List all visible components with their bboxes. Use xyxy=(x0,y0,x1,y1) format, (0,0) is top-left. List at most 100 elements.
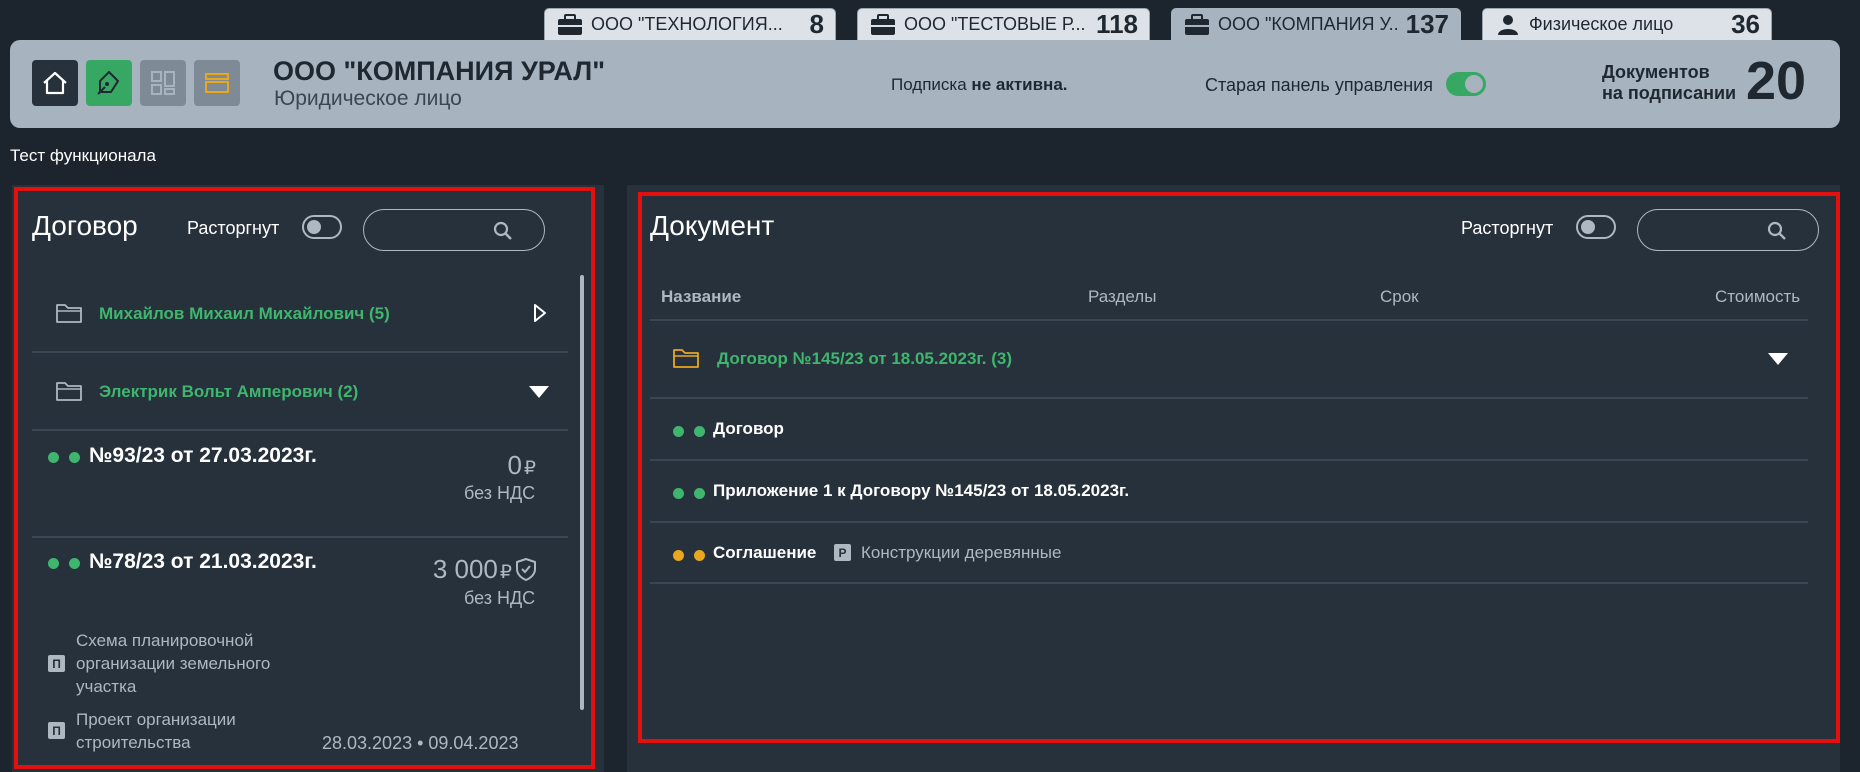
tab-label: ООО "ТЕХНОЛОГИЯ... xyxy=(591,14,783,34)
old-panel-label: Старая панель управления xyxy=(1205,75,1433,95)
currency-sign: ₽ xyxy=(499,562,512,583)
briefcase-icon xyxy=(1185,13,1209,35)
docs-on-signing-label: Документов на подписании xyxy=(1602,62,1736,104)
docs-label-line2: на подписании xyxy=(1602,83,1737,103)
currency-sign: ₽ xyxy=(523,458,536,479)
documents-panel xyxy=(627,185,1840,772)
documents-search[interactable] xyxy=(1637,209,1819,251)
group-name[interactable]: Электрик Вольт Амперович (2) xyxy=(99,382,358,402)
section-badge: Р xyxy=(834,544,851,561)
tab-org-kompaniya-ural[interactable]: ООО "КОМПАНИЯ У... 137 xyxy=(1171,8,1461,40)
shield-check-icon xyxy=(516,558,536,581)
tab-count: 137 xyxy=(1405,9,1449,39)
tab-label: ООО "ТЕСТОВЫЕ Р... xyxy=(904,14,1086,34)
home-button[interactable] xyxy=(32,60,78,106)
column-header-cost[interactable]: Стоимость xyxy=(1715,287,1800,307)
tab-individual[interactable]: Физическое лицо 36 xyxy=(1482,8,1772,40)
documents-title: Документ xyxy=(650,210,775,241)
play-icon[interactable] xyxy=(533,303,547,323)
sign-button[interactable] xyxy=(86,60,132,106)
org-tabs: ООО "ТЕХНОЛОГИЯ... 8 ООО "ТЕСТОВЫЕ Р... … xyxy=(544,8,1793,40)
stage-dates: 28.03.2023 • 09.04.2023 xyxy=(322,733,519,753)
stage-name[interactable]: Проект организации строительства xyxy=(76,708,236,754)
amount-value: 3 000 xyxy=(432,554,498,584)
folder-icon xyxy=(56,304,82,323)
document-status-dots xyxy=(673,424,715,442)
tab-org-tekhnologiya[interactable]: ООО "ТЕХНОЛОГИЯ... 8 xyxy=(544,8,836,40)
stage-line: Проект организации xyxy=(76,710,236,729)
search-input[interactable] xyxy=(1654,218,1764,242)
document-folder-name[interactable]: Договор №145/23 от 18.05.2023г. (3) xyxy=(717,349,1012,369)
column-header-term[interactable]: Срок xyxy=(1380,287,1419,307)
folder-icon xyxy=(673,349,699,368)
search-icon[interactable] xyxy=(1766,220,1788,242)
old-panel-toggle[interactable] xyxy=(1446,72,1486,96)
document-section: Конструкции деревянные xyxy=(861,543,1062,562)
org-header: ООО "КОМПАНИЯ УРАЛ" Юридическое лицо Под… xyxy=(10,40,1840,128)
vat-label: без НДС xyxy=(464,483,536,503)
group-name[interactable]: Михайлов Михаил Михайлович (5) xyxy=(99,304,390,324)
column-header-sections[interactable]: Разделы xyxy=(1088,287,1156,307)
dashboard-button[interactable] xyxy=(140,60,186,106)
subscription-status: Подписка не активна. xyxy=(891,75,1068,95)
stage-line: организации земельного xyxy=(76,654,271,673)
subscription-value: не активна. xyxy=(971,75,1068,94)
briefcase-icon xyxy=(558,13,582,35)
subscription-prefix: Подписка xyxy=(891,75,967,94)
contract-number[interactable]: №93/23 от 27.03.2023г. xyxy=(89,444,317,468)
scrollbar[interactable] xyxy=(580,275,584,710)
stack-icon xyxy=(205,73,229,93)
org-type: Юридическое лицо xyxy=(274,87,462,110)
tab-count: 118 xyxy=(1096,9,1138,39)
person-icon xyxy=(1498,14,1518,35)
contract-number[interactable]: №78/23 от 21.03.2023г. xyxy=(89,550,317,574)
folder-icon xyxy=(56,382,82,401)
caret-down-icon[interactable] xyxy=(528,385,550,399)
pen-nib-icon xyxy=(97,70,120,95)
stage-badge: П xyxy=(48,655,65,672)
document-name[interactable]: Договор xyxy=(713,419,784,439)
docs-on-signing-count[interactable]: 20 xyxy=(1746,50,1806,112)
terminated-toggle[interactable] xyxy=(1576,215,1616,239)
amount-value: 0 xyxy=(507,450,522,480)
contract-amount: 3 000 ₽ xyxy=(390,554,512,585)
search-input[interactable] xyxy=(380,218,490,242)
archive-button[interactable] xyxy=(194,60,240,106)
docs-label-line1: Документов xyxy=(1602,62,1710,82)
tab-count: 36 xyxy=(1731,9,1760,39)
grid-icon xyxy=(151,71,175,95)
divider xyxy=(32,536,568,538)
contracts-search[interactable] xyxy=(363,209,545,251)
contract-status-dots xyxy=(48,450,90,468)
page-title: Тест функционала xyxy=(10,146,156,165)
divider xyxy=(650,521,1808,523)
divider xyxy=(650,582,1808,584)
document-status-dots xyxy=(673,486,715,504)
document-name[interactable]: Приложение 1 к Договору №145/23 от 18.05… xyxy=(713,481,1129,501)
stage-line: строительства xyxy=(76,733,191,752)
stage-line: Схема планировочной xyxy=(76,631,254,650)
divider xyxy=(650,319,1808,321)
vat-label: без НДС xyxy=(464,588,536,608)
divider xyxy=(32,351,568,353)
document-status-dots xyxy=(673,548,715,566)
terminated-toggle[interactable] xyxy=(302,215,342,239)
document-name[interactable]: Соглашение xyxy=(713,543,816,563)
contracts-title: Договор xyxy=(32,210,138,241)
stage-line: участка xyxy=(76,677,137,696)
search-icon[interactable] xyxy=(492,220,514,242)
tab-count: 8 xyxy=(809,9,824,39)
org-name: ООО "КОМПАНИЯ УРАЛ" xyxy=(273,56,606,86)
tab-label: ООО "КОМПАНИЯ У... xyxy=(1218,14,1398,34)
contract-status-dots xyxy=(48,556,90,574)
briefcase-icon xyxy=(871,13,895,35)
home-icon xyxy=(43,71,67,95)
terminated-label: Расторгнут xyxy=(187,218,280,238)
divider xyxy=(650,397,1808,399)
column-header-name[interactable]: Название xyxy=(661,287,741,307)
contract-amount: 0 ₽ xyxy=(410,450,536,481)
stage-badge: П xyxy=(48,722,65,739)
stage-name[interactable]: Схема планировочной организации земельно… xyxy=(76,629,270,698)
caret-down-icon[interactable] xyxy=(1767,352,1789,366)
tab-org-testovye[interactable]: ООО "ТЕСТОВЫЕ Р... 118 xyxy=(857,8,1150,40)
